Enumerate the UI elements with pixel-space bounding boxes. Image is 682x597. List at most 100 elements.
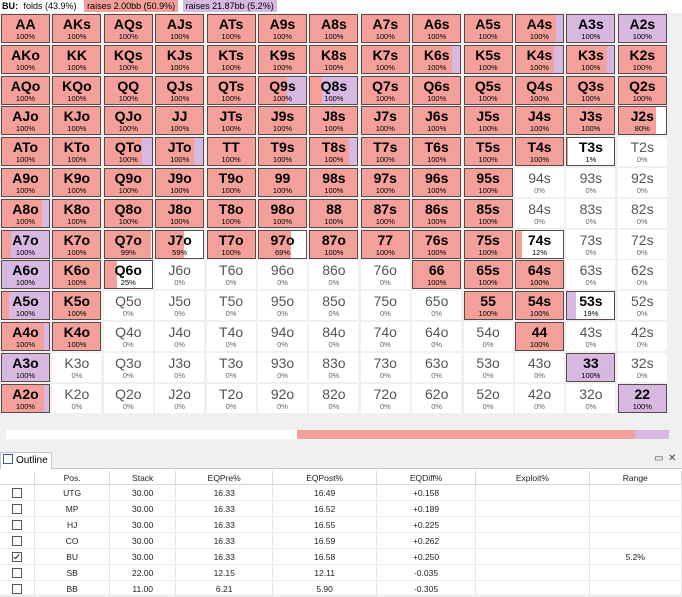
hand-cell[interactable]: 86o0% xyxy=(309,260,358,289)
hand-cell[interactable]: AQs100% xyxy=(104,14,153,43)
allin-legend[interactable]: raises 21.87bb (5.2%) xyxy=(183,0,277,12)
hand-cell[interactable]: J4s100% xyxy=(515,106,564,135)
hand-cell[interactable]: 32o0% xyxy=(566,384,615,413)
hand-cell[interactable]: Q7s100% xyxy=(361,76,410,105)
hand-cell[interactable]: 54o0% xyxy=(464,322,513,351)
hand-cell[interactable]: 72o0% xyxy=(361,384,410,413)
hand-cell[interactable]: Q5s100% xyxy=(464,76,513,105)
hand-cell[interactable]: J9s100% xyxy=(258,106,307,135)
table-row[interactable]: BB11.006.215.90-0.305 xyxy=(0,581,682,597)
hand-cell[interactable]: A6o100% xyxy=(1,260,50,289)
hand-cell[interactable]: J5s100% xyxy=(464,106,513,135)
hand-cell[interactable]: 95o0% xyxy=(258,291,307,320)
hand-cell[interactable]: 97o69% xyxy=(258,230,307,259)
hand-cell[interactable]: 75o0% xyxy=(361,291,410,320)
hand-cell[interactable]: 96s100% xyxy=(412,168,461,197)
hand-cell[interactable]: 82s0% xyxy=(618,199,667,228)
table-row[interactable]: UTG30.0016.3316.49+0.158 xyxy=(0,485,682,501)
hand-cell[interactable]: K6s100% xyxy=(412,45,461,74)
hand-cell[interactable]: K6o100% xyxy=(52,260,101,289)
hand-cell[interactable]: 85o0% xyxy=(309,291,358,320)
table-row[interactable]: BU30.0016.3316.58+0.2505.2% xyxy=(0,549,682,565)
hand-cell[interactable]: 98s100% xyxy=(309,168,358,197)
hand-cell[interactable]: 42s0% xyxy=(618,322,667,351)
hand-cell[interactable]: 55100% xyxy=(464,291,513,320)
hand-cell[interactable]: J4o0% xyxy=(155,322,204,351)
hand-cell[interactable]: J7o59% xyxy=(155,230,204,259)
hand-cell[interactable]: K8s100% xyxy=(309,45,358,74)
hand-cell[interactable]: J3o0% xyxy=(155,353,204,382)
hand-cell[interactable]: AA100% xyxy=(1,14,50,43)
row-checkbox[interactable] xyxy=(12,552,22,562)
hand-cell[interactable]: 54s100% xyxy=(515,291,564,320)
table-row[interactable]: CO30.0016.3316.59+0.262 xyxy=(0,533,682,549)
hand-cell[interactable]: 97s100% xyxy=(361,168,410,197)
restore-icon[interactable]: ▭ xyxy=(654,453,663,465)
hand-cell[interactable]: 32s0% xyxy=(618,353,667,382)
hand-cell[interactable]: 77100% xyxy=(361,230,410,259)
hand-cell[interactable]: 75s100% xyxy=(464,230,513,259)
hand-cell[interactable]: 52s0% xyxy=(618,291,667,320)
hand-cell[interactable]: 33100% xyxy=(566,353,615,382)
hand-cell[interactable]: 76o0% xyxy=(361,260,410,289)
hand-cell[interactable]: 95s100% xyxy=(464,168,513,197)
hand-cell[interactable]: A9o100% xyxy=(1,168,50,197)
col-pos-header[interactable]: Pos. xyxy=(34,471,109,485)
hand-cell[interactable]: 96o0% xyxy=(258,260,307,289)
hand-cell[interactable]: 87o100% xyxy=(309,230,358,259)
hand-cell[interactable]: K7s100% xyxy=(361,45,410,74)
hand-cell[interactable]: Q9o100% xyxy=(104,168,153,197)
hand-cell[interactable]: 64o0% xyxy=(412,322,461,351)
hand-cell[interactable]: K4s100% xyxy=(515,45,564,74)
row-checkbox[interactable] xyxy=(12,536,22,546)
hand-cell[interactable]: JJ100% xyxy=(155,106,204,135)
hand-cell[interactable]: 52o0% xyxy=(464,384,513,413)
hand-cell[interactable]: QJs100% xyxy=(155,76,204,105)
hand-cell[interactable]: 62s0% xyxy=(618,260,667,289)
hand-cell[interactable]: KJo100% xyxy=(52,106,101,135)
hand-cell[interactable]: 66100% xyxy=(412,260,461,289)
hand-cell[interactable]: Q6s100% xyxy=(412,76,461,105)
hand-cell[interactable]: 87s100% xyxy=(361,199,410,228)
hand-cell[interactable]: T6o0% xyxy=(207,260,256,289)
hand-cell[interactable]: 73s0% xyxy=(566,230,615,259)
hand-cell[interactable]: 65s100% xyxy=(464,260,513,289)
hand-cell[interactable]: 43o0% xyxy=(515,353,564,382)
hand-cell[interactable]: AQo100% xyxy=(1,76,50,105)
hand-cell[interactable]: KTs100% xyxy=(207,45,256,74)
hand-cell[interactable]: 92s0% xyxy=(618,168,667,197)
hand-cell[interactable]: J7s100% xyxy=(361,106,410,135)
hand-cell[interactable]: T7s100% xyxy=(361,137,410,166)
hand-cell[interactable]: Q5o0% xyxy=(104,291,153,320)
hand-cell[interactable]: Q4o0% xyxy=(104,322,153,351)
table-row[interactable]: SB22.0012.1512.11-0.035 xyxy=(0,565,682,581)
hand-cell[interactable]: 85s100% xyxy=(464,199,513,228)
hand-cell[interactable]: J8s100% xyxy=(309,106,358,135)
hand-cell[interactable]: 94s0% xyxy=(515,168,564,197)
hand-cell[interactable]: A7o100% xyxy=(1,230,50,259)
hand-cell[interactable]: A4o100% xyxy=(1,322,50,351)
hand-cell[interactable]: 93s0% xyxy=(566,168,615,197)
col-stack-header[interactable]: Stack xyxy=(110,471,176,485)
hand-cell[interactable]: J2o0% xyxy=(155,384,204,413)
hand-cell[interactable]: Q6o25% xyxy=(104,260,153,289)
hand-cell[interactable]: KQs100% xyxy=(104,45,153,74)
hand-cell[interactable]: T2o0% xyxy=(207,384,256,413)
hand-cell[interactable]: ATs100% xyxy=(207,14,256,43)
hand-cell[interactable]: K2s100% xyxy=(618,45,667,74)
close-icon[interactable]: ✕ xyxy=(668,453,676,465)
hand-cell[interactable]: 63o0% xyxy=(412,353,461,382)
hand-cell[interactable]: 62o0% xyxy=(412,384,461,413)
hand-cell[interactable]: 53s19% xyxy=(566,291,615,320)
hand-cell[interactable]: A2o100% xyxy=(1,384,50,413)
hand-cell[interactable]: JTs100% xyxy=(207,106,256,135)
hand-cell[interactable]: 74s12% xyxy=(515,230,564,259)
hand-cell[interactable]: K8o100% xyxy=(52,199,101,228)
hand-cell[interactable]: Q8s100% xyxy=(309,76,358,105)
hand-cell[interactable]: T7o100% xyxy=(207,230,256,259)
row-checkbox[interactable] xyxy=(12,568,22,578)
hand-cell[interactable]: A2s100% xyxy=(618,14,667,43)
hand-cell[interactable]: J9o100% xyxy=(155,168,204,197)
hand-cell[interactable]: T3s1% xyxy=(566,137,615,166)
hand-cell[interactable]: A8o100% xyxy=(1,199,50,228)
